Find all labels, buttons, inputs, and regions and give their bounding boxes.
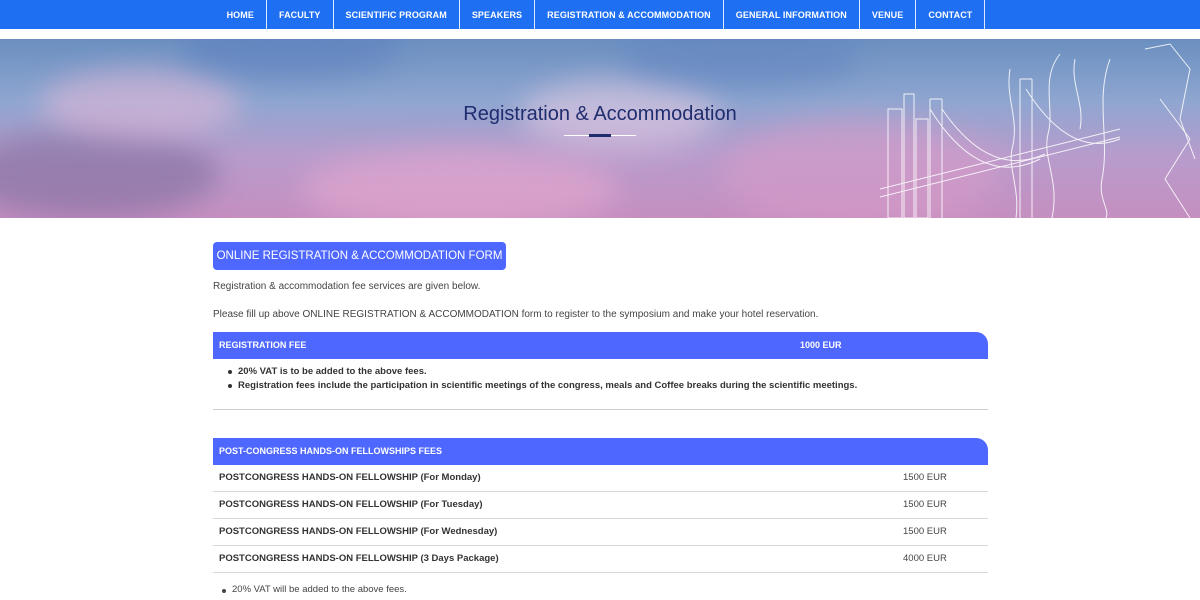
fellowship-price: 1500 EUR bbox=[903, 526, 947, 537]
fellowship-price: 1500 EUR bbox=[903, 472, 947, 483]
hero-banner: Registration & Accommodation bbox=[0, 39, 1200, 218]
fellowship-price: 4000 EUR bbox=[903, 553, 947, 564]
vat-note: 20% VAT will be added to the above fees. bbox=[222, 584, 407, 595]
fellowship-price: 1500 EUR bbox=[903, 499, 947, 510]
list-item: Registration fees include the participat… bbox=[227, 380, 858, 391]
nav-menu: HOME FACULTY SCIENTIFIC PROGRAM SPEAKERS… bbox=[215, 0, 986, 29]
nav-item-general-information[interactable]: GENERAL INFORMATION bbox=[724, 0, 860, 29]
nav-item-contact[interactable]: CONTACT bbox=[916, 0, 986, 29]
nav-item-scientific-program[interactable]: SCIENTIFIC PROGRAM bbox=[334, 0, 460, 29]
nav-item-venue[interactable]: VENUE bbox=[860, 0, 917, 29]
fellowship-fees-label: POST-CONGRESS HANDS-ON FELLOWSHIPS FEES bbox=[219, 446, 443, 456]
table-row: POSTCONGRESS HANDS-ON FELLOWSHIP (3 Days… bbox=[213, 546, 988, 573]
table-row: POSTCONGRESS HANDS-ON FELLOWSHIP (For We… bbox=[213, 519, 988, 546]
fellowship-name: POSTCONGRESS HANDS-ON FELLOWSHIP (For We… bbox=[219, 526, 498, 537]
nav-item-speakers[interactable]: SPEAKERS bbox=[460, 0, 536, 29]
table-row: POSTCONGRESS HANDS-ON FELLOWSHIP (For Tu… bbox=[213, 492, 988, 519]
section-divider bbox=[213, 409, 988, 410]
intro-text-instructions: Please fill up above ONLINE REGISTRATION… bbox=[213, 309, 819, 320]
page-title: Registration & Accommodation bbox=[463, 103, 737, 125]
online-registration-form-button[interactable]: ONLINE REGISTRATION & ACCOMMODATION FORM bbox=[213, 242, 506, 270]
nav-item-home[interactable]: HOME bbox=[215, 0, 267, 29]
list-item: 20% VAT is to be added to the above fees… bbox=[227, 365, 857, 379]
fellowship-name: POSTCONGRESS HANDS-ON FELLOWSHIP (3 Days… bbox=[219, 553, 499, 564]
registration-fee-header: REGISTRATION FEE 1000 EUR bbox=[213, 332, 988, 359]
fellowship-name: POSTCONGRESS HANDS-ON FELLOWSHIP (For Tu… bbox=[219, 499, 483, 510]
table-row: POSTCONGRESS HANDS-ON FELLOWSHIP (For Mo… bbox=[213, 465, 988, 492]
fellowship-fees-header: POST-CONGRESS HANDS-ON FELLOWSHIPS FEES bbox=[213, 438, 988, 465]
fellowship-name: POSTCONGRESS HANDS-ON FELLOWSHIP (For Mo… bbox=[219, 472, 481, 483]
registration-fee-value: 1000 EUR bbox=[800, 340, 842, 350]
top-nav: HOME FACULTY SCIENTIFIC PROGRAM SPEAKERS… bbox=[0, 0, 1200, 29]
registration-fee-label: REGISTRATION FEE bbox=[219, 340, 307, 350]
nav-item-faculty[interactable]: FACULTY bbox=[267, 0, 334, 29]
title-divider bbox=[564, 134, 636, 137]
intro-text-fees: Registration & accommodation fee service… bbox=[213, 281, 481, 292]
city-bridge-illustration bbox=[879, 43, 1196, 218]
registration-notes: 20% VAT is to be added to the above fees… bbox=[227, 365, 858, 393]
nav-item-registration[interactable]: REGISTRATION & ACCOMMODATION bbox=[535, 0, 724, 29]
